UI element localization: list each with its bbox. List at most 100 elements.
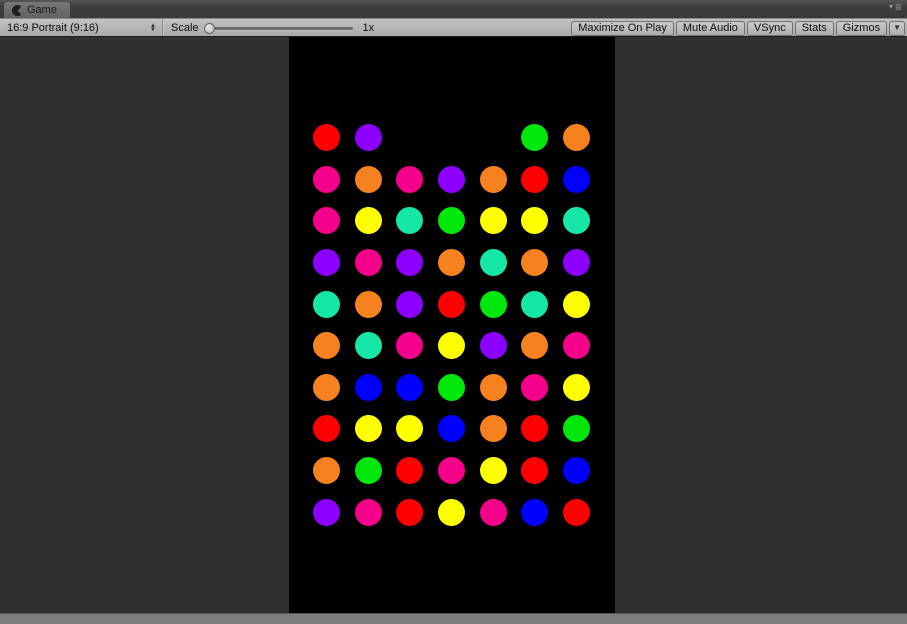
dot-purple[interactable] [354,124,382,152]
toolbar-buttons: Maximize On Play Mute Audio VSync Stats … [571,20,905,37]
grid-cell [348,450,390,492]
dot-red[interactable] [396,457,424,485]
dot-green[interactable] [479,290,507,318]
dot-blue[interactable] [396,373,424,401]
dot-purple[interactable] [313,249,341,277]
dot-magenta[interactable] [354,498,382,526]
dot-orange[interactable] [313,332,341,360]
dot-yellow[interactable] [479,457,507,485]
dot-blue[interactable] [562,165,590,193]
updown-stepper-icon: ▲ ▼ [150,22,156,33]
scale-slider-track[interactable] [204,27,353,30]
dot-magenta[interactable] [313,207,341,235]
panel-menu-icon[interactable]: ▾ ≡ [889,0,902,14]
dot-yellow[interactable] [562,290,590,318]
dot-magenta[interactable] [438,457,466,485]
dot-purple[interactable] [313,498,341,526]
hamburger-icon: ≡ [894,0,902,14]
grid-cell [472,491,514,533]
dot-yellow[interactable] [354,207,382,235]
grid-cell [514,408,556,450]
dot-purple[interactable] [562,249,590,277]
grid-cell [348,408,390,450]
dot-orange[interactable] [479,415,507,443]
dot-red[interactable] [313,124,341,152]
vsync-button[interactable]: VSync [746,21,793,36]
dot-green[interactable] [562,415,590,443]
dot-magenta[interactable] [562,332,590,360]
game-viewport [0,37,907,613]
dot-blue[interactable] [521,498,549,526]
tab-game[interactable]: Game [4,2,70,18]
dot-yellow[interactable] [562,373,590,401]
dot-magenta[interactable] [313,165,341,193]
dot-red[interactable] [313,415,341,443]
dot-orange[interactable] [562,124,590,152]
grid-cell [556,283,598,325]
dot-green[interactable] [354,457,382,485]
grid-cell [472,200,514,242]
dot-yellow[interactable] [354,415,382,443]
dot-blue[interactable] [438,415,466,443]
dot-orange[interactable] [521,332,549,360]
gizmos-dropdown-arrow-icon[interactable]: ▼ [889,21,905,36]
dot-teal[interactable] [354,332,382,360]
dot-teal[interactable] [521,290,549,318]
dot-red[interactable] [396,498,424,526]
dot-red[interactable] [562,498,590,526]
dot-red[interactable] [521,415,549,443]
aspect-ratio-dropdown[interactable]: 16:9 Portrait (9:16) ▲ ▼ [0,19,163,36]
dot-magenta[interactable] [396,165,424,193]
grid-cell [306,242,348,284]
maximize-on-play-button[interactable]: Maximize On Play [571,21,674,36]
gizmos-button[interactable]: Gizmos [835,21,888,36]
scale-slider-handle[interactable] [203,23,215,34]
tab-bar: Game ▾ ≡ [0,0,907,18]
game-screen[interactable] [289,37,615,613]
dot-teal[interactable] [396,207,424,235]
grid-cell [389,325,431,367]
grid-cell [556,325,598,367]
dot-yellow[interactable] [438,332,466,360]
dot-purple[interactable] [396,249,424,277]
dot-orange[interactable] [521,249,549,277]
dot-yellow[interactable] [479,207,507,235]
grid-cell [306,408,348,450]
grid-cell [556,408,598,450]
dot-orange[interactable] [438,249,466,277]
stats-button[interactable]: Stats [794,21,834,36]
dot-yellow[interactable] [521,207,549,235]
dot-teal[interactable] [562,207,590,235]
dot-blue[interactable] [562,457,590,485]
dot-orange[interactable] [313,457,341,485]
grid-cell [514,491,556,533]
dot-purple[interactable] [396,290,424,318]
dot-magenta[interactable] [396,332,424,360]
mute-audio-button[interactable]: Mute Audio [675,21,745,36]
dot-magenta[interactable] [521,373,549,401]
grid-cell [431,200,473,242]
dot-teal[interactable] [479,249,507,277]
dot-green[interactable] [438,373,466,401]
scale-slider[interactable] [203,19,353,36]
dot-red[interactable] [521,457,549,485]
dot-orange[interactable] [479,373,507,401]
grid-cell [514,325,556,367]
dot-yellow[interactable] [438,498,466,526]
dot-green[interactable] [521,124,549,152]
dot-purple[interactable] [438,165,466,193]
dot-green[interactable] [438,207,466,235]
dot-red[interactable] [438,290,466,318]
dot-orange[interactable] [354,165,382,193]
dot-orange[interactable] [313,373,341,401]
dot-orange[interactable] [479,165,507,193]
dot-yellow[interactable] [396,415,424,443]
dot-magenta[interactable] [479,498,507,526]
dot-orange[interactable] [354,290,382,318]
dot-teal[interactable] [313,290,341,318]
dot-blue[interactable] [354,373,382,401]
dot-magenta[interactable] [354,249,382,277]
aspect-ratio-value: 16:9 Portrait (9:16) [7,21,99,34]
dot-red[interactable] [521,165,549,193]
dot-purple[interactable] [479,332,507,360]
